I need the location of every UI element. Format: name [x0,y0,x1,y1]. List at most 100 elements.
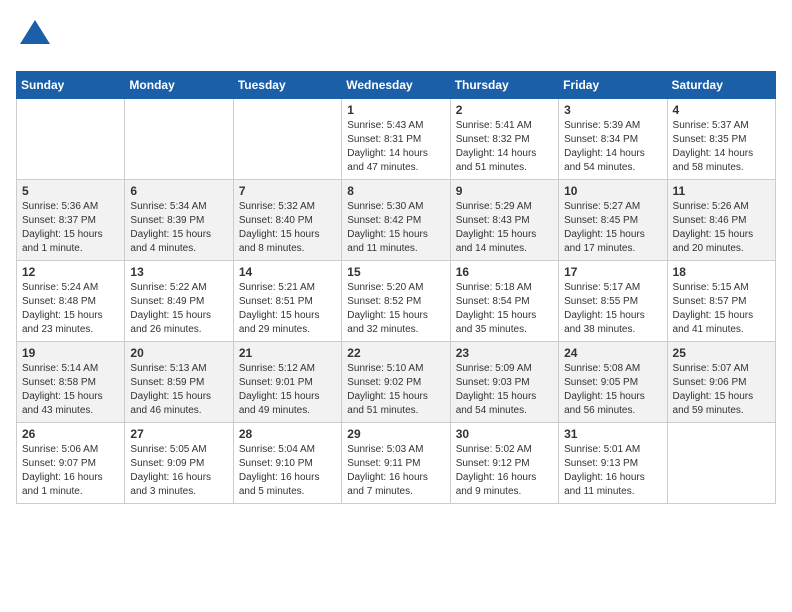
day-number: 11 [673,184,770,198]
day-cell: 30 Sunrise: 5:02 AMSunset: 9:12 PMDayligh… [450,423,558,504]
day-info: Sunrise: 5:32 AMSunset: 8:40 PMDaylight:… [239,200,336,256]
week-row-4: 19 Sunrise: 5:14 AMSunset: 8:58 PMDayligh… [17,342,776,423]
day-cell: 7 Sunrise: 5:32 AMSunset: 8:40 PMDaylight… [233,180,341,261]
page-header [16,16,776,59]
day-cell: 1Sunrise: 5:43 AMSunset: 8:31 PMDaylight… [342,99,450,180]
day-cell: 14 Sunrise: 5:21 AMSunset: 8:51 PMDayligh… [233,261,341,342]
calendar-header-row: SundayMondayTuesdayWednesdayThursdayFrid… [17,72,776,99]
day-number: 12 [22,265,119,279]
col-header-saturday: Saturday [667,72,775,99]
day-number: 3 [564,103,661,117]
col-header-sunday: Sunday [17,72,125,99]
day-cell: 25 Sunrise: 5:07 AMSunset: 9:06 PMDayligh… [667,342,775,423]
day-cell: 26 Sunrise: 5:06 AMSunset: 9:07 PMDayligh… [17,423,125,504]
day-number: 23 [456,346,553,360]
day-cell: 17 Sunrise: 5:17 AMSunset: 8:55 PMDayligh… [559,261,667,342]
day-cell: 21 Sunrise: 5:12 AMSunset: 9:01 PMDayligh… [233,342,341,423]
day-info: Sunrise: 5:12 AMSunset: 9:01 PMDaylight:… [239,362,336,418]
day-info: Sunrise: 5:07 AMSunset: 9:06 PMDaylight:… [673,362,770,418]
day-info: Sunrise: 5:43 AMSunset: 8:31 PMDaylight:… [347,119,444,175]
day-info: Sunrise: 5:36 AMSunset: 8:37 PMDaylight:… [22,200,119,256]
day-cell: 19 Sunrise: 5:14 AMSunset: 8:58 PMDayligh… [17,342,125,423]
day-info: Sunrise: 5:18 AMSunset: 8:54 PMDaylight:… [456,281,553,337]
day-number: 22 [347,346,444,360]
day-info: Sunrise: 5:06 AMSunset: 9:07 PMDaylight:… [22,443,119,499]
day-cell: 20Sunrise: 5:13 AMSunset: 8:59 PMDayligh… [125,342,233,423]
day-info: Sunrise: 5:21 AMSunset: 8:51 PMDaylight:… [239,281,336,337]
day-number: 21 [239,346,336,360]
day-info: Sunrise: 5:01 AMSunset: 9:13 PMDaylight:… [564,443,661,499]
week-row-1: 1Sunrise: 5:43 AMSunset: 8:31 PMDaylight… [17,99,776,180]
day-info: Sunrise: 5:17 AMSunset: 8:55 PMDaylight:… [564,281,661,337]
day-number: 26 [22,427,119,441]
day-info: Sunrise: 5:34 AMSunset: 8:39 PMDaylight:… [130,200,227,256]
day-number: 20 [130,346,227,360]
day-cell: 11 Sunrise: 5:26 AMSunset: 8:46 PMDayligh… [667,180,775,261]
day-info: Sunrise: 5:04 AMSunset: 9:10 PMDaylight:… [239,443,336,499]
week-row-5: 26 Sunrise: 5:06 AMSunset: 9:07 PMDayligh… [17,423,776,504]
day-cell: 10Sunrise: 5:27 AMSunset: 8:45 PMDayligh… [559,180,667,261]
day-number: 31 [564,427,661,441]
day-cell: 8 Sunrise: 5:30 AMSunset: 8:42 PMDaylight… [342,180,450,261]
day-cell: 13 Sunrise: 5:22 AMSunset: 8:49 PMDayligh… [125,261,233,342]
day-cell: 16 Sunrise: 5:18 AMSunset: 8:54 PMDayligh… [450,261,558,342]
day-cell: 5Sunrise: 5:36 AMSunset: 8:37 PMDaylight… [17,180,125,261]
day-info: Sunrise: 5:08 AMSunset: 9:05 PMDaylight:… [564,362,661,418]
day-number: 9 [456,184,553,198]
logo-icon [16,16,54,54]
day-info: Sunrise: 5:05 AMSunset: 9:09 PMDaylight:… [130,443,227,499]
day-info: Sunrise: 5:02 AMSunset: 9:12 PMDaylight:… [456,443,553,499]
day-cell [667,423,775,504]
day-cell [233,99,341,180]
day-number: 17 [564,265,661,279]
day-info: Sunrise: 5:29 AMSunset: 8:43 PMDaylight:… [456,200,553,256]
day-info: Sunrise: 5:22 AMSunset: 8:49 PMDaylight:… [130,281,227,337]
day-info: Sunrise: 5:41 AMSunset: 8:32 PMDaylight:… [456,119,553,175]
day-info: Sunrise: 5:20 AMSunset: 8:52 PMDaylight:… [347,281,444,337]
day-info: Sunrise: 5:14 AMSunset: 8:58 PMDaylight:… [22,362,119,418]
day-number: 16 [456,265,553,279]
day-info: Sunrise: 5:10 AMSunset: 9:02 PMDaylight:… [347,362,444,418]
calendar-table: SundayMondayTuesdayWednesdayThursdayFrid… [16,71,776,504]
day-number: 19 [22,346,119,360]
day-number: 14 [239,265,336,279]
day-number: 13 [130,265,227,279]
day-number: 28 [239,427,336,441]
day-number: 8 [347,184,444,198]
day-cell: 4Sunrise: 5:37 AMSunset: 8:35 PMDaylight… [667,99,775,180]
day-info: Sunrise: 5:15 AMSunset: 8:57 PMDaylight:… [673,281,770,337]
day-number: 30 [456,427,553,441]
day-number: 27 [130,427,227,441]
day-cell [17,99,125,180]
day-number: 7 [239,184,336,198]
day-number: 29 [347,427,444,441]
day-cell: 9 Sunrise: 5:29 AMSunset: 8:43 PMDaylight… [450,180,558,261]
day-number: 15 [347,265,444,279]
logo [16,16,58,59]
col-header-tuesday: Tuesday [233,72,341,99]
day-cell: 29 Sunrise: 5:03 AMSunset: 9:11 PMDayligh… [342,423,450,504]
day-info: Sunrise: 5:24 AMSunset: 8:48 PMDaylight:… [22,281,119,337]
week-row-3: 12 Sunrise: 5:24 AMSunset: 8:48 PMDayligh… [17,261,776,342]
day-number: 25 [673,346,770,360]
day-cell: 24Sunrise: 5:08 AMSunset: 9:05 PMDayligh… [559,342,667,423]
day-cell: 2Sunrise: 5:41 AMSunset: 8:32 PMDaylight… [450,99,558,180]
week-row-2: 5Sunrise: 5:36 AMSunset: 8:37 PMDaylight… [17,180,776,261]
day-cell: 28 Sunrise: 5:04 AMSunset: 9:10 PMDayligh… [233,423,341,504]
day-cell: 18 Sunrise: 5:15 AMSunset: 8:57 PMDayligh… [667,261,775,342]
day-info: Sunrise: 5:27 AMSunset: 8:45 PMDaylight:… [564,200,661,256]
col-header-friday: Friday [559,72,667,99]
day-info: Sunrise: 5:03 AMSunset: 9:11 PMDaylight:… [347,443,444,499]
day-info: Sunrise: 5:30 AMSunset: 8:42 PMDaylight:… [347,200,444,256]
col-header-wednesday: Wednesday [342,72,450,99]
day-info: Sunrise: 5:26 AMSunset: 8:46 PMDaylight:… [673,200,770,256]
day-cell: 27 Sunrise: 5:05 AMSunset: 9:09 PMDayligh… [125,423,233,504]
day-cell: 23 Sunrise: 5:09 AMSunset: 9:03 PMDayligh… [450,342,558,423]
day-cell: 22 Sunrise: 5:10 AMSunset: 9:02 PMDayligh… [342,342,450,423]
day-cell: 6Sunrise: 5:34 AMSunset: 8:39 PMDaylight… [125,180,233,261]
day-cell: 12 Sunrise: 5:24 AMSunset: 8:48 PMDayligh… [17,261,125,342]
col-header-monday: Monday [125,72,233,99]
day-info: Sunrise: 5:09 AMSunset: 9:03 PMDaylight:… [456,362,553,418]
day-number: 18 [673,265,770,279]
day-number: 4 [673,103,770,117]
